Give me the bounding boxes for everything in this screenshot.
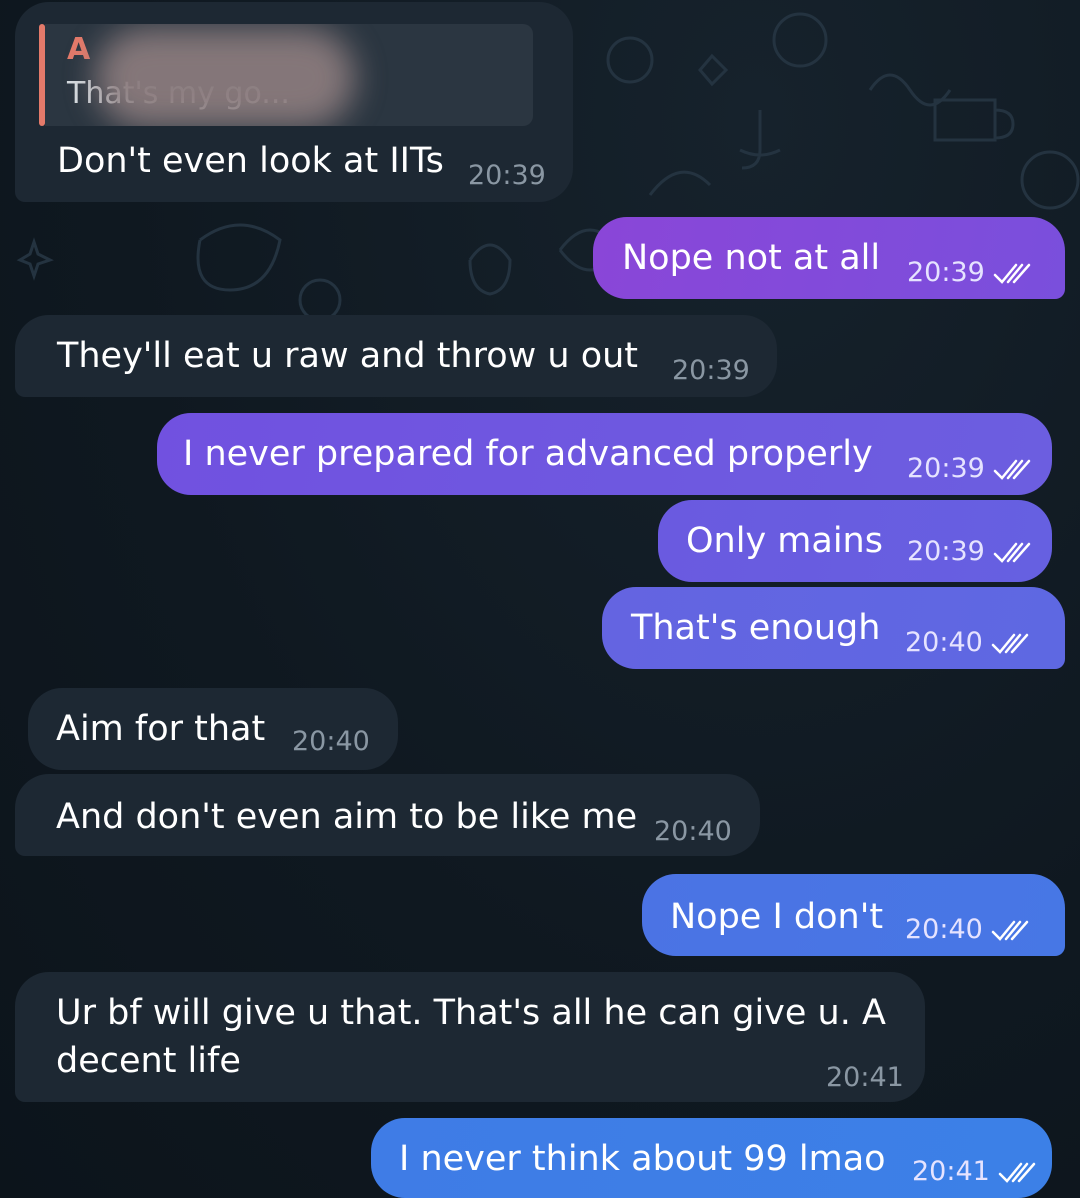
message-text: Nope not at all <box>622 238 881 278</box>
outgoing-message[interactable]: I never think about 99 lmao 20:41 <box>371 1118 1052 1198</box>
double-check-icon <box>998 1162 1036 1183</box>
message-text: I never think about 99 lmao <box>399 1139 886 1179</box>
message-time: 20:39 <box>672 355 750 386</box>
reply-preview[interactable]: A That's my go... <box>45 24 533 126</box>
message-text: Don't even look at IITs <box>57 141 444 181</box>
double-check-icon <box>993 263 1031 284</box>
incoming-message[interactable]: And don't even aim to be like me 20:40 <box>15 774 760 856</box>
message-text: That's enough <box>631 608 881 648</box>
incoming-message[interactable]: Aim for that 20:40 <box>28 688 398 770</box>
outgoing-message[interactable]: Only mains 20:39 <box>658 500 1052 582</box>
double-check-icon <box>993 459 1031 480</box>
message-time: 20:39 <box>468 160 546 191</box>
redaction-blur <box>95 28 355 126</box>
message-text-line-2: decent life <box>56 1041 241 1081</box>
outgoing-message[interactable]: Nope I don't 20:40 <box>642 874 1065 956</box>
message-time: 20:41 <box>826 1062 904 1093</box>
outgoing-message[interactable]: That's enough 20:40 <box>602 587 1065 669</box>
incoming-message[interactable]: A That's my go... Don't even look at IIT… <box>15 2 573 202</box>
incoming-message[interactable]: Ur bf will give u that. That's all he ca… <box>15 972 925 1102</box>
message-text: They'll eat u raw and throw u out <box>57 336 639 376</box>
message-time: 20:40 <box>654 816 732 847</box>
reply-sender-name: A <box>67 32 91 67</box>
double-check-icon <box>991 633 1029 654</box>
outgoing-message[interactable]: I never prepared for advanced properly 2… <box>157 413 1052 495</box>
message-time: 20:41 <box>912 1156 990 1187</box>
message-text: And don't even aim to be like me <box>56 797 638 837</box>
message-text: Only mains <box>686 521 883 561</box>
incoming-message[interactable]: They'll eat u raw and throw u out 20:39 <box>15 315 777 397</box>
message-text: Aim for that <box>56 709 266 749</box>
message-text: Nope I don't <box>670 897 884 937</box>
message-time: 20:40 <box>292 726 370 757</box>
message-time: 20:39 <box>907 453 985 484</box>
double-check-icon <box>993 542 1031 563</box>
message-time: 20:40 <box>905 627 983 658</box>
double-check-icon <box>991 920 1029 941</box>
message-time: 20:39 <box>907 257 985 288</box>
message-time: 20:40 <box>905 914 983 945</box>
message-text: I never prepared for advanced properly <box>183 434 873 474</box>
message-text-line-1: Ur bf will give u that. That's all he ca… <box>56 993 886 1033</box>
message-time: 20:39 <box>907 536 985 567</box>
outgoing-message[interactable]: Nope not at all 20:39 <box>593 217 1065 299</box>
